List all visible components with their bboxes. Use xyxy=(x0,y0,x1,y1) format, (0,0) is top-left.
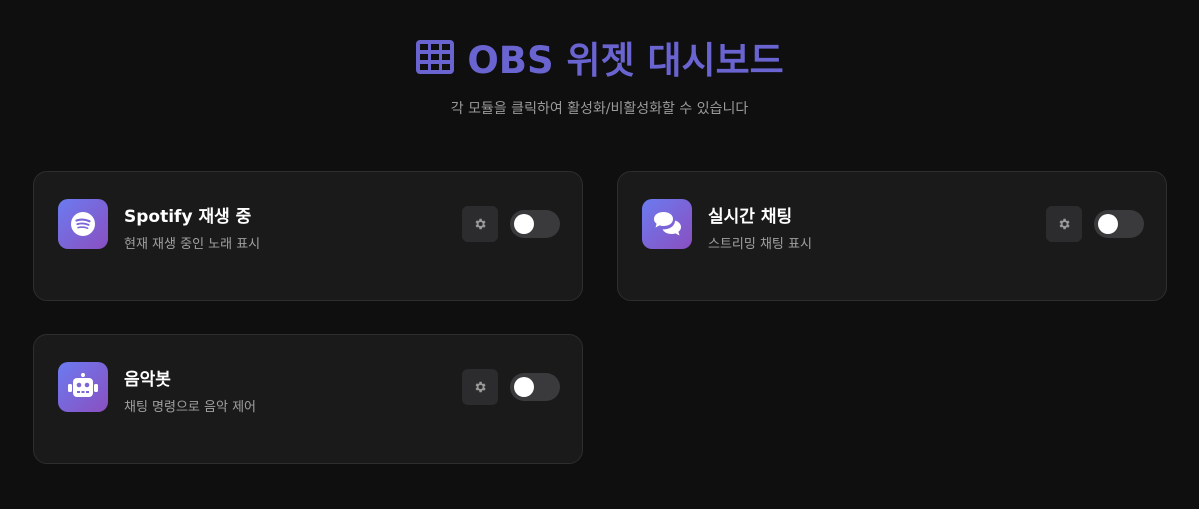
page-subtitle: 각 모듈을 클릭하여 활성화/비활성화할 수 있습니다 xyxy=(450,101,749,117)
settings-button[interactable] xyxy=(1046,206,1082,242)
grid-table-icon xyxy=(416,40,455,74)
gear-icon xyxy=(475,218,486,230)
module-icon-tile xyxy=(642,199,692,249)
header: OBS 위젯 대시보드 각 모듈을 클릭하여 활성화/비활성화할 수 있습니다 xyxy=(0,32,1199,118)
enable-toggle[interactable] xyxy=(1094,210,1144,238)
settings-button[interactable] xyxy=(462,369,498,405)
toggle-knob xyxy=(514,377,534,397)
enable-toggle[interactable] xyxy=(510,210,560,238)
title-row: OBS 위젯 대시보드 xyxy=(415,32,784,82)
gear-icon xyxy=(1059,218,1070,230)
chat-bubbles-icon xyxy=(654,212,681,236)
module-card-spotify[interactable]: Spotify 재생 중 현재 재생 중인 노래 표시 xyxy=(33,171,583,301)
robot-icon xyxy=(68,373,98,397)
page-title: OBS 위젯 대시보드 xyxy=(467,39,784,82)
dashboard-page: OBS 위젯 대시보드 각 모듈을 클릭하여 활성화/비활성화할 수 있습니다 … xyxy=(0,0,1199,509)
module-icon-tile xyxy=(58,362,108,412)
module-title: Spotify 재생 중 xyxy=(124,207,252,227)
module-icon-tile xyxy=(58,199,108,249)
module-title: 실시간 채팅 xyxy=(708,207,793,227)
toggle-knob xyxy=(1098,214,1118,234)
module-description: 채팅 명령으로 음악 제어 xyxy=(124,400,256,415)
settings-button[interactable] xyxy=(462,206,498,242)
spotify-icon xyxy=(71,212,95,236)
module-title: 음악봇 xyxy=(124,370,171,390)
toggle-knob xyxy=(514,214,534,234)
gear-icon xyxy=(475,381,486,393)
module-card-live-chat[interactable]: 실시간 채팅 스트리밍 채팅 표시 xyxy=(617,171,1167,301)
module-description: 현재 재생 중인 노래 표시 xyxy=(124,237,261,252)
module-card-music-bot[interactable]: 음악봇 채팅 명령으로 음악 제어 xyxy=(33,334,583,464)
enable-toggle[interactable] xyxy=(510,373,560,401)
module-description: 스트리밍 채팅 표시 xyxy=(708,237,812,252)
